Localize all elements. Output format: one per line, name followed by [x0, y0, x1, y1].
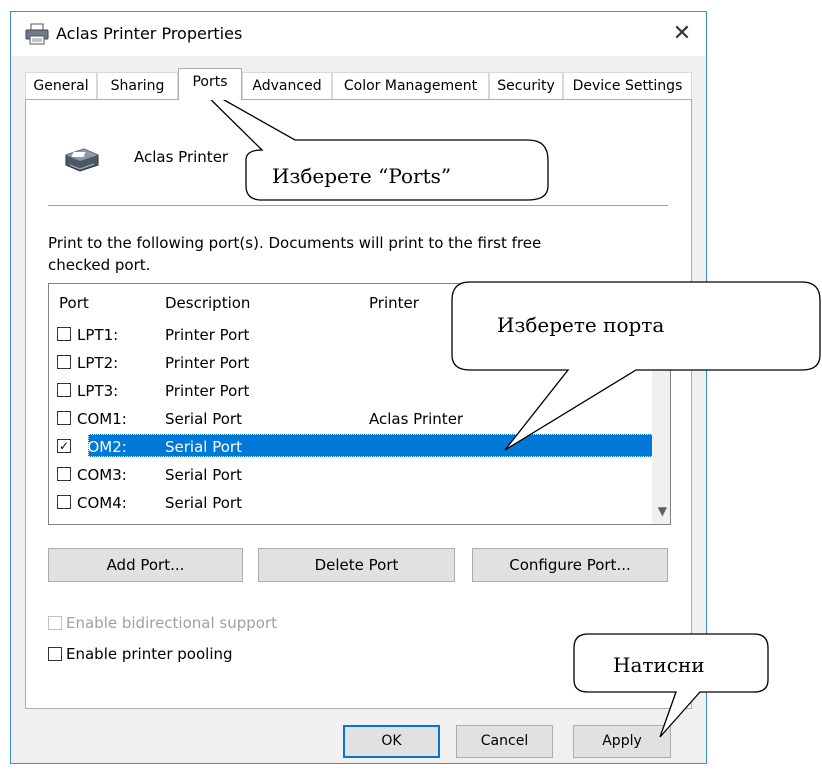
- callout-press-shape: [573, 633, 769, 738]
- callout-port-text: Изберете порта: [497, 313, 665, 337]
- tab-ports[interactable]: Ports: [178, 68, 242, 100]
- callout-press-text: Натисни: [613, 653, 705, 677]
- callout-ports-text: Изберете “Ports”: [272, 164, 452, 188]
- callout-port-shape: [451, 281, 821, 451]
